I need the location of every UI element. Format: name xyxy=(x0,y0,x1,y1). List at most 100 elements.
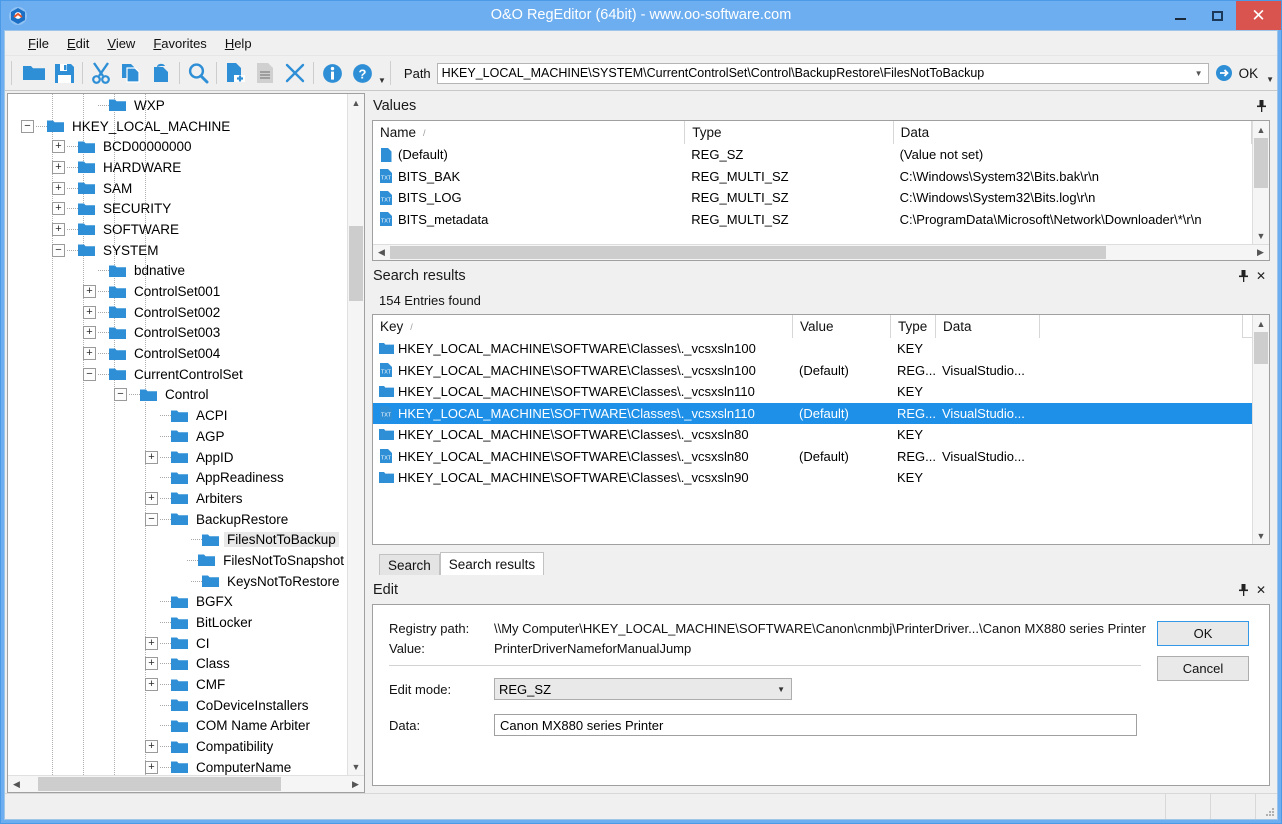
expand-icon[interactable]: + xyxy=(145,636,158,650)
collapse-icon[interactable]: − xyxy=(21,119,34,133)
go-arrow-icon[interactable] xyxy=(1215,64,1233,82)
tree-node[interactable]: KeysNotToRestore xyxy=(8,571,347,592)
registry-tree[interactable]: WXP − HKEY_LOCAL_MACHINE + BCD00000000 + HARDW… xyxy=(8,94,347,775)
search-result-row[interactable]: TXT HKEY_LOCAL_MACHINE\SOFTWARE\Classes\.… xyxy=(373,360,1252,382)
values-column-header[interactable]: Type xyxy=(685,121,894,144)
tree-hscroll-track[interactable] xyxy=(25,776,347,792)
values-vertical-scrollbar[interactable]: ▲ ▼ xyxy=(1252,121,1269,244)
values-hscroll-track[interactable] xyxy=(390,245,1252,260)
values-column-header[interactable]: Name / xyxy=(373,121,686,144)
search-column-headers[interactable]: Key / Value Type Data xyxy=(373,315,1252,338)
expand-icon[interactable]: + xyxy=(145,678,158,692)
scroll-down-icon[interactable]: ▼ xyxy=(1253,527,1269,544)
close-icon[interactable]: ✕ xyxy=(1253,582,1269,598)
tree-node[interactable]: + Arbiters xyxy=(8,488,347,509)
scroll-right-icon[interactable]: ▶ xyxy=(347,776,364,792)
search-column-header[interactable]: Type xyxy=(891,315,936,338)
values-rows[interactable]: (Default) REG_SZ (Value not set) TXT BITS_BA… xyxy=(373,144,1252,230)
search-column-header[interactable]: Data xyxy=(936,315,1040,338)
expand-icon[interactable]: + xyxy=(145,657,158,671)
search-tabs[interactable]: Search Search results xyxy=(379,551,1277,575)
menu-view[interactable]: View xyxy=(98,33,144,54)
tree-node[interactable]: + CMF xyxy=(8,674,347,695)
expand-icon[interactable]: + xyxy=(83,347,96,361)
toolbar-overflow-2-icon[interactable]: ▼ xyxy=(1266,75,1274,84)
close-icon[interactable]: ✕ xyxy=(1253,268,1269,284)
tree-node[interactable]: − Control xyxy=(8,385,347,406)
help-icon[interactable]: ? xyxy=(347,58,377,88)
pin-icon[interactable] xyxy=(1235,582,1251,598)
scroll-down-icon[interactable]: ▼ xyxy=(348,758,364,775)
expand-icon[interactable]: + xyxy=(52,202,65,216)
data-input[interactable]: Canon MX880 series Printer xyxy=(494,714,1137,736)
search-results-grid[interactable]: Key / Value Type Data HKEY_LOCAL_MACHINE\SOF… xyxy=(372,314,1270,545)
minimize-button[interactable] xyxy=(1162,1,1199,30)
pin-icon[interactable] xyxy=(1235,268,1251,284)
edit-mode-select[interactable]: REG_SZ ▼ xyxy=(494,678,792,700)
tree-node[interactable]: FilesNotToBackup xyxy=(8,529,347,550)
search-column-header[interactable]: Key / xyxy=(373,315,793,338)
tree-node[interactable]: + SOFTWARE xyxy=(8,219,347,240)
tree-node[interactable]: + BCD00000000 xyxy=(8,136,347,157)
tab-search-results[interactable]: Search results xyxy=(439,552,545,575)
close-button[interactable]: ✕ xyxy=(1236,1,1281,30)
values-row[interactable]: TXT BITS_BAK REG_MULTI_SZ C:\Windows\System… xyxy=(373,166,1252,188)
tree-horizontal-scrollbar[interactable]: ◀ ▶ xyxy=(8,775,364,792)
chevron-down-icon[interactable]: ▼ xyxy=(777,685,785,694)
tree-scroll-thumb[interactable] xyxy=(349,226,363,301)
toolbar-grip-2[interactable] xyxy=(389,61,394,85)
new-value-icon[interactable] xyxy=(250,58,280,88)
search-result-row[interactable]: TXT HKEY_LOCAL_MACHINE\SOFTWARE\Classes\.… xyxy=(373,446,1252,468)
tree-node[interactable]: WXP xyxy=(8,95,347,116)
toolbar-overflow-icon[interactable]: ▼ xyxy=(378,76,386,85)
tree-node[interactable]: AGP xyxy=(8,426,347,447)
search-column-header[interactable] xyxy=(1040,315,1243,338)
search-result-row[interactable]: HKEY_LOCAL_MACHINE\SOFTWARE\Classes\._vc… xyxy=(373,338,1252,360)
tree-node[interactable]: CoDeviceInstallers xyxy=(8,695,347,716)
scroll-left-icon[interactable]: ◀ xyxy=(373,245,390,260)
expand-icon[interactable]: + xyxy=(145,491,158,505)
copy-icon[interactable] xyxy=(116,58,146,88)
values-scroll-track[interactable] xyxy=(1253,138,1269,227)
tree-node[interactable]: + HARDWARE xyxy=(8,157,347,178)
values-column-headers[interactable]: Name / Type Data xyxy=(373,121,1252,144)
scroll-up-icon[interactable]: ▲ xyxy=(1253,315,1269,332)
new-key-icon[interactable] xyxy=(220,58,250,88)
expand-icon[interactable]: + xyxy=(83,305,96,319)
info-icon[interactable] xyxy=(317,58,347,88)
tree-node[interactable]: − HKEY_LOCAL_MACHINE xyxy=(8,116,347,137)
toolbar-grip[interactable] xyxy=(11,61,15,85)
tree-node[interactable]: + ControlSet004 xyxy=(8,343,347,364)
search-icon[interactable] xyxy=(183,58,213,88)
save-icon[interactable] xyxy=(49,58,79,88)
tree-node[interactable]: BitLocker xyxy=(8,612,347,633)
scroll-up-icon[interactable]: ▲ xyxy=(1253,121,1269,138)
expand-icon[interactable]: + xyxy=(145,740,158,754)
search-scroll-track[interactable] xyxy=(1253,332,1269,527)
tab-search[interactable]: Search xyxy=(379,554,440,575)
tree-node[interactable]: + SECURITY xyxy=(8,198,347,219)
pin-icon[interactable] xyxy=(1253,98,1269,114)
search-column-header[interactable]: Value xyxy=(793,315,891,338)
values-row[interactable]: TXT BITS_LOG REG_MULTI_SZ C:\Windows\System… xyxy=(373,187,1252,209)
ok-button[interactable]: OK xyxy=(1157,621,1249,646)
tree-node[interactable]: COM Name Arbiter xyxy=(8,716,347,737)
expand-icon[interactable]: + xyxy=(52,140,65,154)
tree-vertical-scrollbar[interactable]: ▲ ▼ xyxy=(347,94,364,775)
delete-icon[interactable] xyxy=(280,58,310,88)
expand-icon[interactable]: + xyxy=(52,160,65,174)
paste-icon[interactable] xyxy=(146,58,176,88)
cut-icon[interactable] xyxy=(86,58,116,88)
expand-icon[interactable]: + xyxy=(52,181,65,195)
tree-node[interactable]: bdnative xyxy=(8,261,347,282)
tree-node[interactable]: + Class xyxy=(8,654,347,675)
collapse-icon[interactable]: − xyxy=(83,367,96,381)
values-grid[interactable]: Name / Type Data (Default) REG_SZ (Value not … xyxy=(372,120,1270,261)
tree-node[interactable]: + CI xyxy=(8,633,347,654)
values-scroll-thumb[interactable] xyxy=(1254,138,1268,188)
expand-icon[interactable]: + xyxy=(145,450,158,464)
scroll-down-icon[interactable]: ▼ xyxy=(1253,227,1269,244)
tree-hscroll-thumb[interactable] xyxy=(38,777,281,791)
tree-node[interactable]: + ComputerName xyxy=(8,757,347,775)
path-input[interactable]: HKEY_LOCAL_MACHINE\SYSTEM\CurrentControl… xyxy=(436,62,1209,84)
